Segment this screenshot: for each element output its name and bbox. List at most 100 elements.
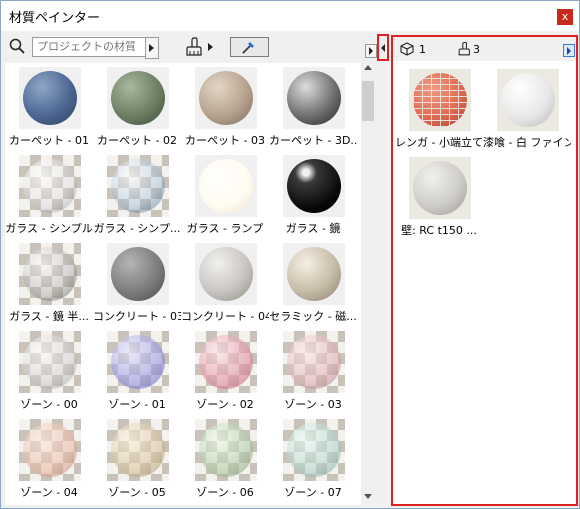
material-thumbnail: [283, 243, 345, 305]
material-sphere: [23, 335, 77, 389]
material-tile[interactable]: ゾーン - 03: [269, 327, 357, 413]
material-thumbnail: [283, 419, 345, 481]
vertical-scrollbar[interactable]: [361, 63, 375, 505]
eyedropper-icon: [242, 42, 254, 54]
cube-icon: [400, 42, 414, 56]
material-thumbnail: [19, 243, 81, 305]
applied-material-tile[interactable]: 壁: RC t150 ...: [395, 153, 483, 239]
material-painter-window: 材質ペインター x カーペット - 01 カーペット - 02 カーペット - 03…: [0, 0, 580, 509]
material-thumbnail: [195, 243, 257, 305]
material-grid: カーペット - 01 カーペット - 02 カーペット - 03 カーペット - 3D…: [5, 63, 361, 505]
material-sphere: [111, 71, 165, 125]
material-sphere: [501, 73, 555, 127]
material-sphere: [111, 335, 165, 389]
material-sphere: [111, 159, 165, 213]
material-sphere: [111, 423, 165, 477]
material-sphere: [287, 247, 341, 301]
material-tile[interactable]: ゾーン - 00: [5, 327, 93, 413]
material-label: ガラス - シンプ...: [93, 222, 181, 235]
material-label: ゾーン - 02: [196, 398, 254, 411]
material-label: ガラス - 鏡: [285, 222, 341, 235]
material-sphere: [23, 423, 77, 477]
material-label: ゾーン - 04: [20, 486, 78, 499]
search-arrow-button[interactable]: [145, 37, 159, 59]
material-label: ゾーン - 05: [108, 486, 166, 499]
material-tile[interactable]: ゾーン - 02: [181, 327, 269, 413]
material-label: ゾーン - 06: [196, 486, 254, 499]
material-label: コンクリート - 04: [181, 310, 269, 323]
search-icon: [9, 38, 25, 54]
material-tile[interactable]: セラミック - 磁...: [269, 239, 357, 325]
paint-brush-icon: [458, 41, 470, 56]
applied-material-tile[interactable]: レンガ - 小端立て: [395, 65, 483, 151]
material-sphere: [413, 161, 467, 215]
material-label: ガラス - 鏡 半...: [9, 310, 89, 323]
material-tile[interactable]: ガラス - 鏡: [269, 151, 357, 237]
collapse-right-panel-button[interactable]: [377, 34, 389, 61]
applied-material-tile[interactable]: 漆喰 - 白 ファイン: [483, 65, 571, 151]
material-sphere: [23, 71, 77, 125]
material-sphere: [23, 159, 77, 213]
material-thumbnail: [195, 67, 257, 129]
material-sphere: [199, 71, 253, 125]
material-tile[interactable]: コンクリート - 03: [93, 239, 181, 325]
material-sphere: [199, 247, 253, 301]
material-tile[interactable]: ゾーン - 04: [5, 415, 93, 501]
material-label: カーペット - 03: [185, 134, 265, 147]
material-tile[interactable]: ガラス - ランプ: [181, 151, 269, 237]
material-sphere: [199, 335, 253, 389]
material-label: ガラス - ランプ: [186, 222, 264, 235]
material-thumbnail: [107, 419, 169, 481]
material-label: 壁: RC t150 ...: [401, 224, 477, 237]
paint-brush-icon[interactable]: [184, 37, 206, 57]
material-thumbnail: [283, 331, 345, 393]
material-label: カーペット - 02: [97, 134, 177, 147]
material-label: ガラス - シンプル: [5, 222, 93, 235]
material-tile[interactable]: ガラス - 鏡 半...: [5, 239, 93, 325]
material-sphere: [111, 247, 165, 301]
close-button[interactable]: x: [557, 9, 573, 25]
material-label: ゾーン - 01: [108, 398, 166, 411]
material-tile[interactable]: カーペット - 01: [5, 63, 93, 149]
material-tile[interactable]: ゾーン - 05: [93, 415, 181, 501]
window-title: 材質ペインター: [9, 11, 101, 26]
material-thumbnail: [409, 157, 471, 219]
material-tile[interactable]: ゾーン - 01: [93, 327, 181, 413]
material-tile[interactable]: コンクリート - 04: [181, 239, 269, 325]
material-thumbnail: [283, 155, 345, 217]
material-tile[interactable]: カーペット - 02: [93, 63, 181, 149]
material-tile[interactable]: ゾーン - 06: [181, 415, 269, 501]
scroll-down-icon[interactable]: [364, 494, 372, 499]
title-bar: 材質ペインター x: [1, 1, 579, 31]
brush-menu-arrow-icon[interactable]: [208, 43, 213, 51]
material-thumbnail: [19, 331, 81, 393]
material-thumbnail: [107, 243, 169, 305]
material-thumbnail: [195, 155, 257, 217]
material-thumbnail: [19, 67, 81, 129]
material-label: ゾーン - 03: [284, 398, 342, 411]
material-tile[interactable]: ガラス - シンプル: [5, 151, 93, 237]
applied-materials-panel: 1 3 レンガ - 小端立て 漆喰 - 白 ファイン壁: RC t150 ...: [391, 35, 578, 506]
scroll-thumb[interactable]: [362, 81, 374, 121]
applied-panel-toolbar: 1 3: [393, 37, 576, 61]
material-sphere: [287, 423, 341, 477]
next-page-button[interactable]: [563, 44, 575, 57]
material-tile[interactable]: ゾーン - 07: [269, 415, 357, 501]
eyedropper-button[interactable]: [230, 37, 269, 57]
material-tile[interactable]: ガラス - シンプ...: [93, 151, 181, 237]
brush-count: 3: [473, 43, 480, 56]
material-sphere: [199, 423, 253, 477]
expand-panel-button[interactable]: [365, 44, 377, 58]
material-tile[interactable]: カーペット - 3D...: [269, 63, 357, 149]
cube-count: 1: [419, 43, 426, 56]
material-label: 漆喰 - 白 ファイン: [483, 136, 571, 149]
search-input[interactable]: [32, 37, 150, 57]
material-tile[interactable]: カーペット - 03: [181, 63, 269, 149]
material-thumbnail: [107, 155, 169, 217]
material-label: セラミック - 磁...: [269, 310, 357, 323]
material-sphere: [199, 159, 253, 213]
material-label: カーペット - 3D...: [269, 134, 357, 147]
material-sphere: [287, 71, 341, 125]
left-toolbar: [2, 31, 376, 61]
scroll-up-icon[interactable]: [364, 65, 372, 70]
